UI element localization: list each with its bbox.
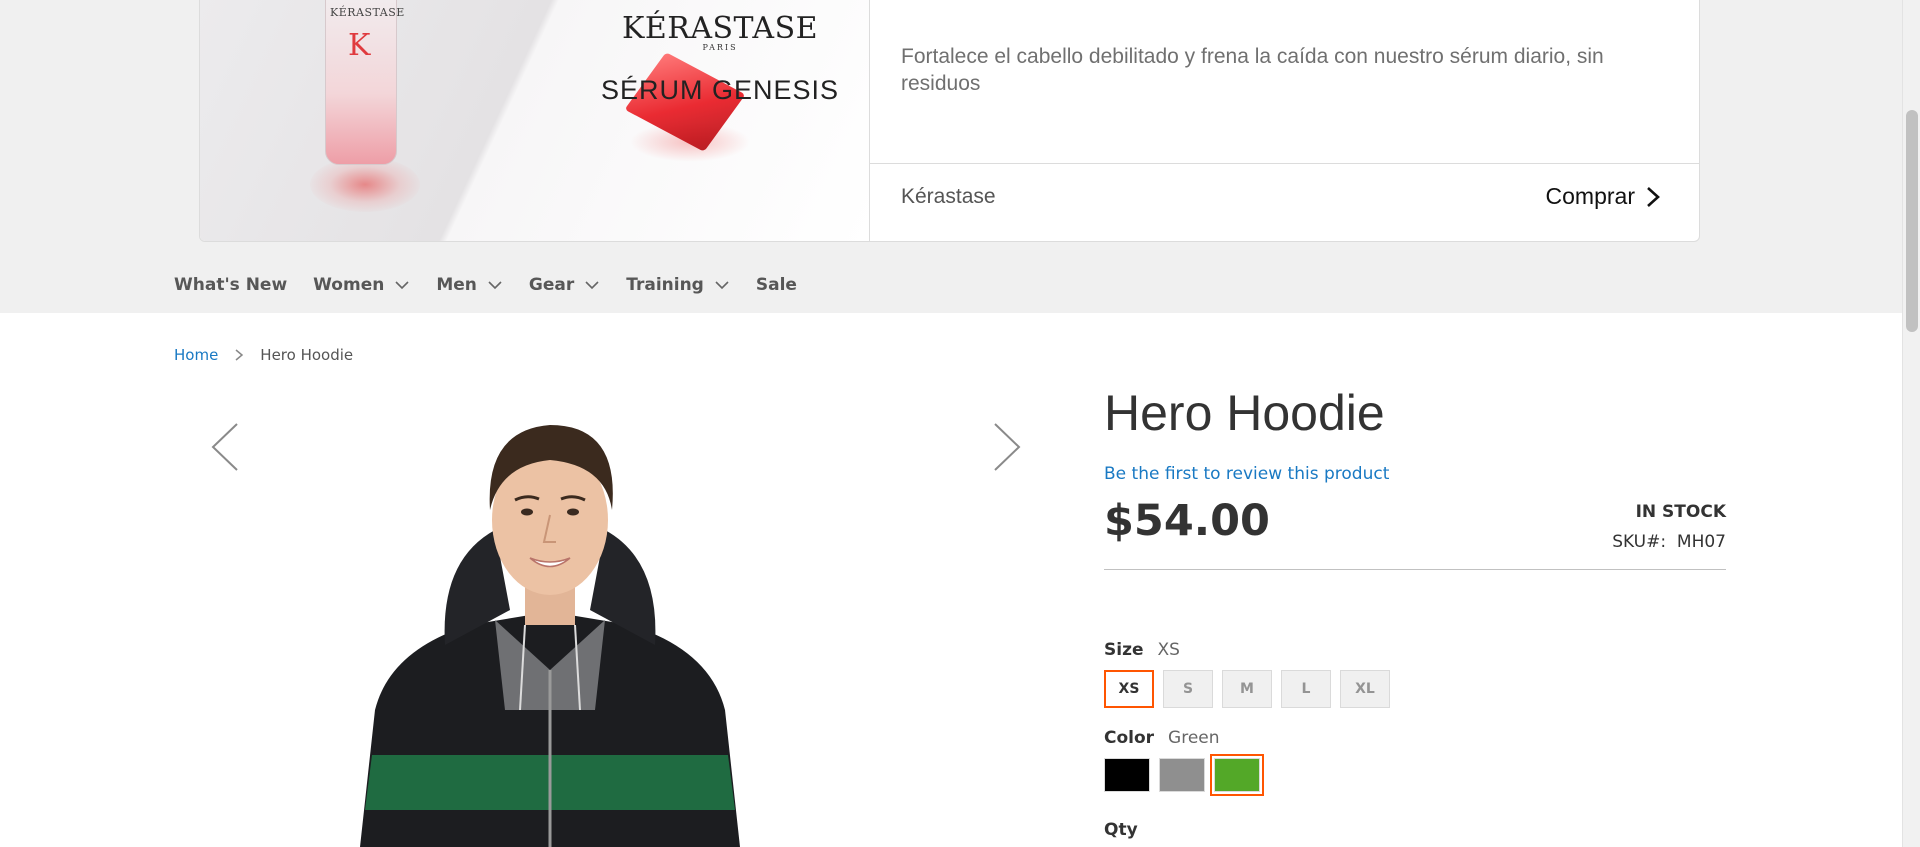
product-image bbox=[360, 425, 740, 847]
nav-item-men[interactable]: Men bbox=[436, 275, 503, 295]
breadcrumb-home-link[interactable]: Home bbox=[174, 346, 218, 364]
main-nav: What's New Women Men Gear Training Sale bbox=[174, 270, 823, 300]
color-swatches bbox=[1104, 754, 1726, 796]
color-selected-value: Green bbox=[1168, 728, 1220, 748]
gallery-prev-arrow-icon[interactable] bbox=[207, 420, 243, 474]
product-info: Hero Hoodie Be the first to review this … bbox=[1104, 380, 1726, 840]
nav-item-sale[interactable]: Sale bbox=[756, 275, 797, 295]
ad-image[interactable]: KÉRASTASE K KÉRASTASE PARIS SÉRUM GENESI… bbox=[200, 0, 870, 241]
chevron-down-icon bbox=[715, 281, 729, 290]
size-swatch-xs[interactable]: XS bbox=[1104, 670, 1154, 708]
product-price: $54.00 bbox=[1104, 496, 1270, 546]
ad-headline: SÉRUM GENESIS bbox=[600, 75, 840, 105]
qty-label: Qty bbox=[1104, 820, 1138, 840]
size-swatch-xl[interactable]: XL bbox=[1340, 670, 1390, 708]
breadcrumb: Home Hero Hoodie bbox=[174, 346, 353, 364]
color-selector: Color Green bbox=[1104, 728, 1726, 796]
ad-banner[interactable]: KÉRASTASE K KÉRASTASE PARIS SÉRUM GENESI… bbox=[199, 0, 1700, 242]
size-swatch-l[interactable]: L bbox=[1281, 670, 1331, 708]
ad-divider bbox=[870, 163, 1699, 164]
stock-status: IN STOCK bbox=[1635, 502, 1726, 522]
color-swatch-black[interactable] bbox=[1104, 758, 1150, 792]
size-label: Size bbox=[1104, 640, 1144, 660]
nav-item-label: Men bbox=[436, 275, 477, 295]
bottle-brand-text: KÉRASTASE bbox=[330, 6, 405, 19]
nav-item-label: Gear bbox=[528, 275, 575, 295]
bottle-k-mark: K bbox=[348, 28, 371, 63]
size-selected-value: XS bbox=[1157, 640, 1180, 660]
chevron-down-icon bbox=[395, 281, 409, 290]
breadcrumb-current: Hero Hoodie bbox=[260, 346, 354, 364]
ad-advertiser: Kérastase bbox=[901, 185, 996, 208]
chevron-down-icon bbox=[488, 281, 502, 290]
color-swatch-green[interactable] bbox=[1210, 754, 1264, 796]
nav-item-whats-new[interactable]: What's New bbox=[174, 275, 287, 295]
page-title: Hero Hoodie bbox=[1104, 385, 1385, 441]
price-row: $54.00 IN STOCK SKU#: MH07 bbox=[1104, 490, 1726, 570]
ad-cta-button[interactable]: Comprar bbox=[1546, 183, 1661, 210]
ad-brand-logo: KÉRASTASE bbox=[621, 11, 819, 46]
scrollbar-thumb[interactable] bbox=[1906, 110, 1918, 332]
sku-value: MH07 bbox=[1676, 532, 1726, 552]
size-swatch-s[interactable]: S bbox=[1163, 670, 1213, 708]
color-label: Color bbox=[1104, 728, 1155, 748]
color-swatch-gray[interactable] bbox=[1159, 758, 1205, 792]
ad-description: Fortalece el cabello debilitado y frena … bbox=[901, 45, 1604, 95]
serum-bottle-image: KÉRASTASE K bbox=[325, 0, 405, 165]
nav-item-label: Training bbox=[626, 275, 704, 295]
chevron-right-icon bbox=[1647, 186, 1660, 207]
bottle-shadow bbox=[310, 157, 420, 212]
ad-cta-label: Comprar bbox=[1545, 183, 1635, 209]
top-band: KÉRASTASE K KÉRASTASE PARIS SÉRUM GENESI… bbox=[0, 0, 1902, 313]
sku-label: SKU#: bbox=[1612, 532, 1667, 552]
nav-item-training[interactable]: Training bbox=[626, 275, 730, 295]
ad-brand-logo-sub: PARIS bbox=[702, 43, 738, 52]
nav-item-gear[interactable]: Gear bbox=[529, 275, 600, 295]
chevron-down-icon bbox=[585, 281, 599, 290]
scrollbar[interactable] bbox=[1902, 0, 1920, 847]
chevron-right-icon bbox=[235, 349, 244, 361]
review-link[interactable]: Be the first to review this product bbox=[1104, 464, 1389, 484]
size-swatch-m[interactable]: M bbox=[1222, 670, 1272, 708]
nav-item-label: Women bbox=[313, 275, 385, 295]
nav-item-label: What's New bbox=[174, 275, 288, 295]
size-swatches: XS S M L XL bbox=[1104, 670, 1726, 708]
size-selector: Size XS XS S M L XL bbox=[1104, 640, 1726, 708]
nav-item-label: Sale bbox=[755, 275, 797, 295]
gallery-next-arrow-icon[interactable] bbox=[989, 420, 1025, 474]
sku: SKU#: MH07 bbox=[1612, 532, 1726, 552]
nav-item-women[interactable]: Women bbox=[313, 275, 410, 295]
